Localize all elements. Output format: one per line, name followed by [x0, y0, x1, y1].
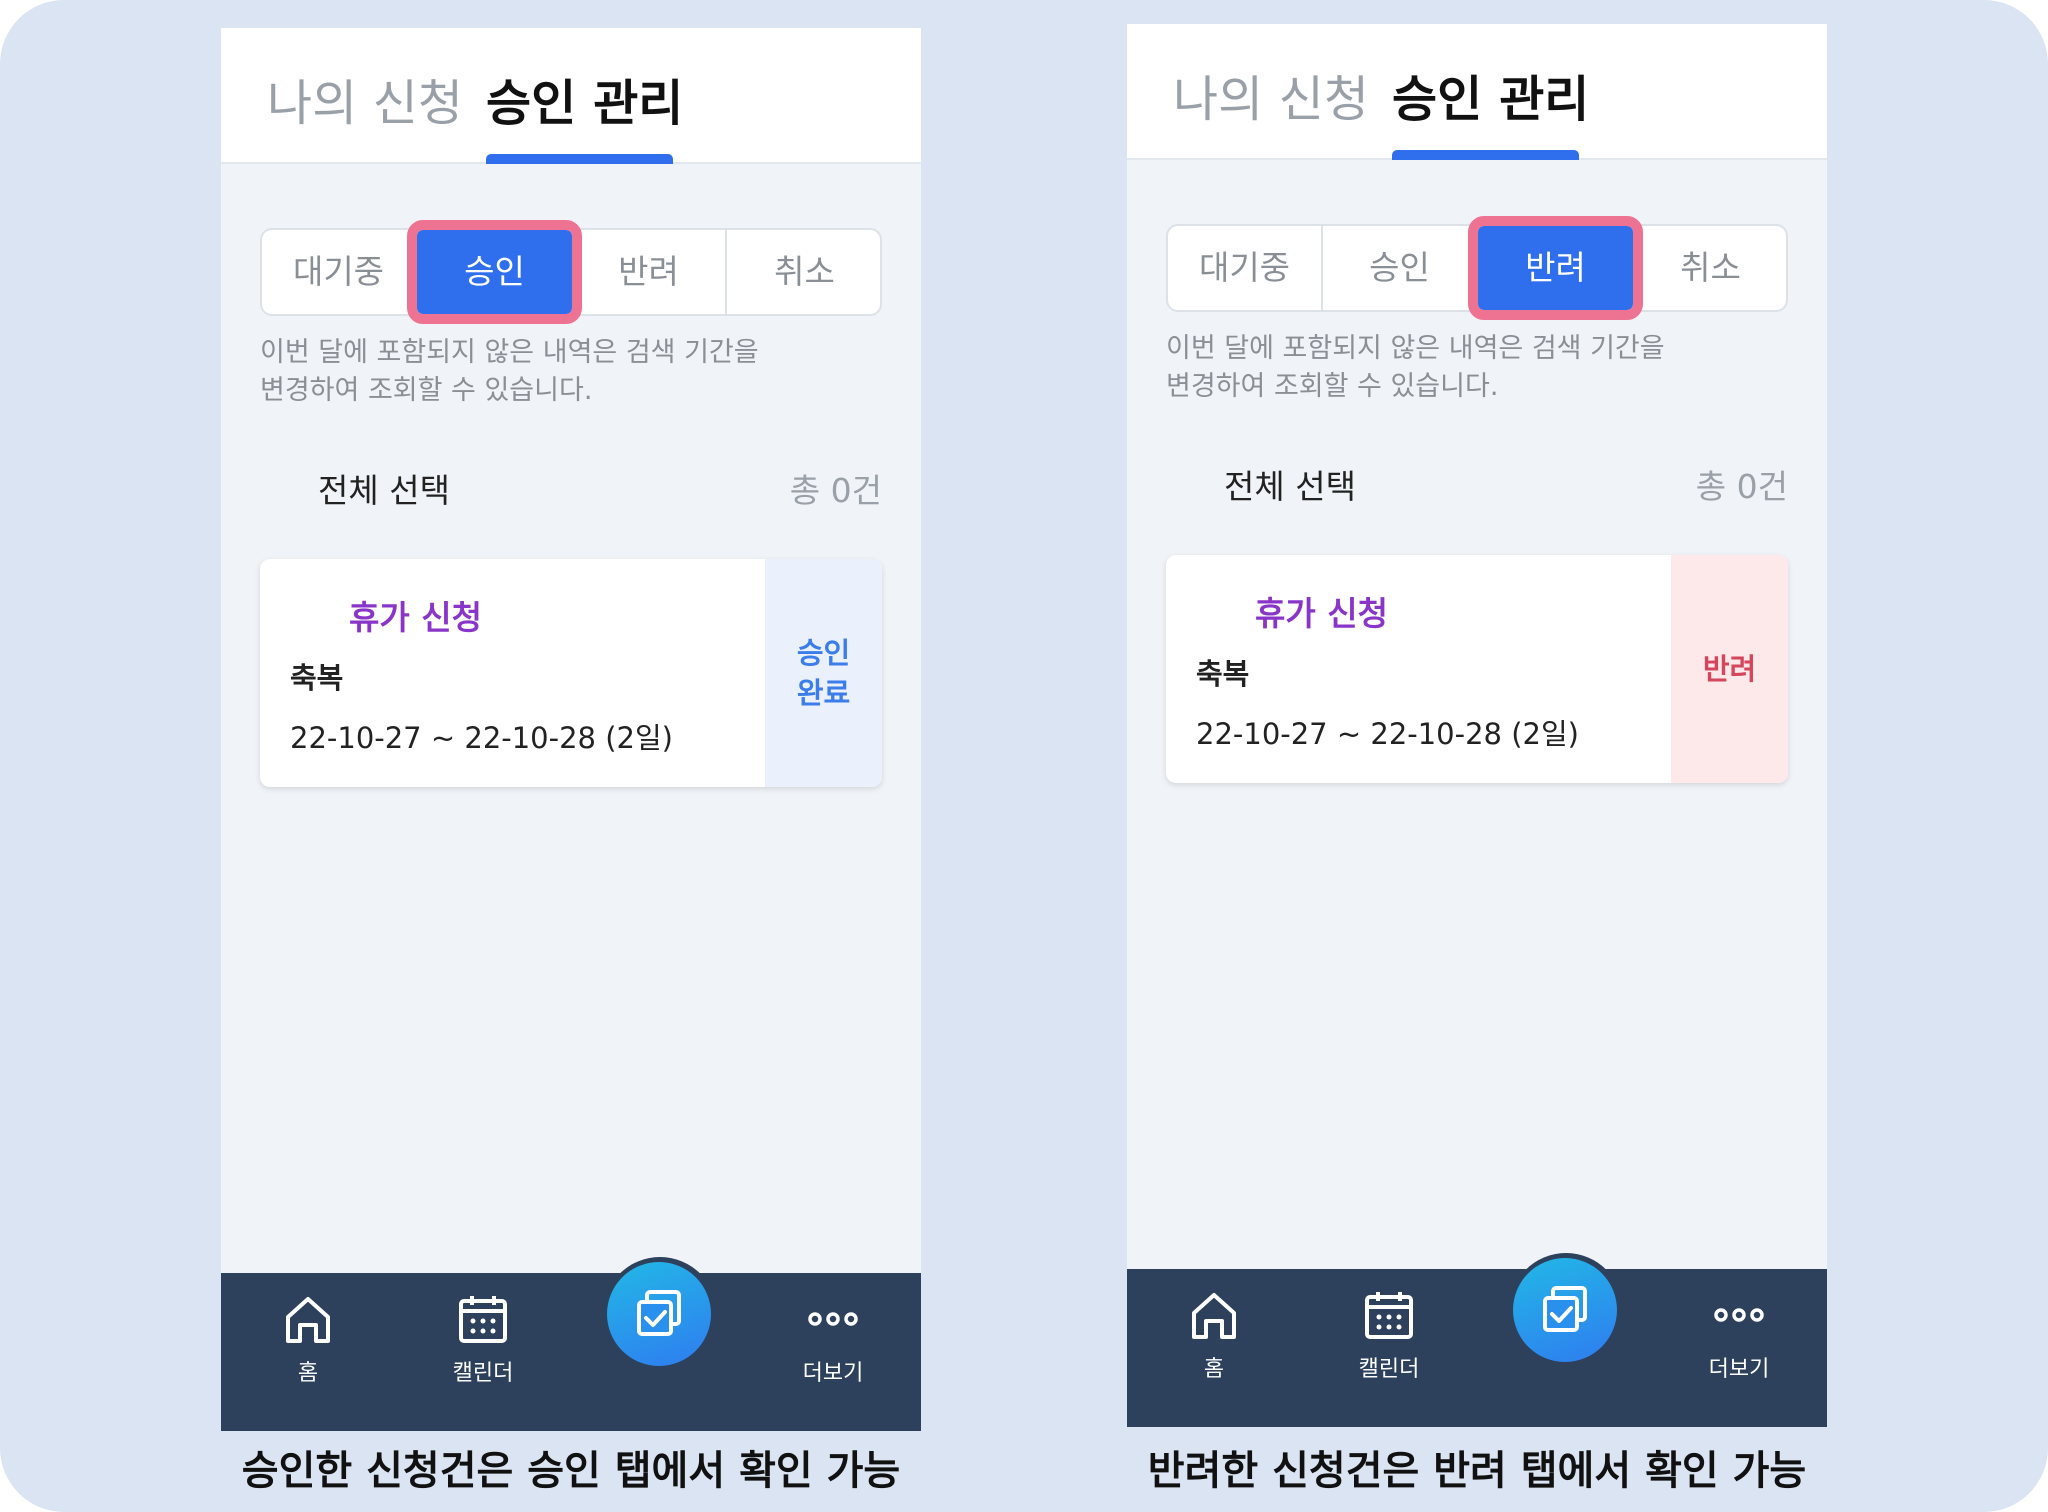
nav-calendar[interactable]: 캘린더 [423, 1289, 543, 1409]
request-card[interactable]: 휴가 신청 축복 22-10-27 ~ 22-10-28 (2일) 승인 완료 [260, 559, 882, 787]
select-all-button[interactable]: 전체 선택 [1224, 460, 1356, 508]
status-filter: 대기중 승인 반려 취소 [260, 220, 882, 324]
calendar-icon [1365, 1292, 1413, 1339]
approval-fab-button[interactable] [1513, 1258, 1617, 1362]
top-header: 나의 신청 승인 관리 [1127, 24, 1827, 160]
total-count: 총 0건 [1695, 467, 1788, 506]
nav-calendar-label: 캘린더 [452, 1361, 514, 1386]
nav-home[interactable]: 홈 [1154, 1285, 1274, 1405]
nav-more-label: 더보기 [802, 1361, 864, 1386]
filter-rejected[interactable]: 반려 [1468, 216, 1643, 320]
phone-screen-approved: 나의 신청 승인 관리 대기중 승인 반려 취소 이번 달에 포함되지 않은 내… [221, 28, 921, 1431]
status-text: 완료 [796, 676, 851, 710]
filter-cancelled[interactable]: 취소 [1633, 226, 1788, 310]
status-text: 승인 [796, 636, 851, 670]
nav-calendar[interactable]: 캘린더 [1329, 1285, 1449, 1405]
nav-home[interactable]: 홈 [248, 1289, 368, 1409]
caption-approved: 승인한 신청건은 승인 탭에서 확인 가능 [241, 1448, 901, 1494]
filter-pending[interactable]: 대기중 [1168, 226, 1323, 310]
status-badge: 반려 [1671, 555, 1788, 783]
select-all-button[interactable]: 전체 선택 [318, 464, 450, 512]
tab-my-requests[interactable]: 나의 신청 [267, 72, 463, 136]
tab-my-requests[interactable]: 나의 신청 [1173, 68, 1369, 132]
bottom-navigation: 홈 캘린더 더보기 [221, 1257, 921, 1431]
search-period-notice: 이번 달에 포함되지 않은 내역은 검색 기간을 변경하여 조회할 수 있습니다… [260, 334, 860, 410]
search-period-notice: 이번 달에 포함되지 않은 내역은 검색 기간을 변경하여 조회할 수 있습니다… [1166, 330, 1766, 406]
home-icon [286, 1297, 330, 1343]
status-text: 반려 [1702, 652, 1757, 686]
tab-approval-management[interactable]: 승인 관리 [486, 72, 683, 136]
calendar-icon [459, 1296, 507, 1343]
filter-rejected[interactable]: 반려 [572, 230, 727, 314]
phone-screen-rejected: 나의 신청 승인 관리 대기중 승인 반려 취소 이번 달에 포함되지 않은 내… [1127, 24, 1827, 1427]
more-dots-icon [808, 1312, 858, 1326]
filter-pending[interactable]: 대기중 [262, 230, 417, 314]
notice-line: 변경하여 조회할 수 있습니다. [1166, 371, 1499, 402]
top-header: 나의 신청 승인 관리 [221, 28, 921, 164]
nav-home-label: 홈 [1203, 1357, 1225, 1382]
approval-check-icon [1543, 1286, 1587, 1332]
request-reason: 축복 [290, 661, 344, 695]
status-filter: 대기중 승인 반려 취소 [1166, 216, 1788, 320]
filter-approved[interactable]: 승인 [407, 220, 582, 324]
active-tab-indicator [1392, 150, 1579, 160]
approval-check-icon [637, 1290, 681, 1336]
notice-line: 이번 달에 포함되지 않은 내역은 검색 기간을 [1166, 333, 1665, 364]
active-tab-indicator [486, 154, 673, 164]
request-reason: 축복 [1196, 657, 1250, 691]
caption-rejected: 반려한 신청건은 반려 탭에서 확인 가능 [1147, 1448, 1807, 1494]
request-card[interactable]: 휴가 신청 축복 22-10-27 ~ 22-10-28 (2일) 반려 [1166, 555, 1788, 783]
nav-calendar-label: 캘린더 [1358, 1357, 1420, 1382]
filter-cancelled[interactable]: 취소 [727, 230, 882, 314]
approval-fab-button[interactable] [607, 1262, 711, 1366]
nav-home-label: 홈 [297, 1361, 319, 1386]
notice-line: 이번 달에 포함되지 않은 내역은 검색 기간을 [260, 337, 759, 368]
filter-approved[interactable]: 승인 [1323, 226, 1478, 310]
request-dates: 22-10-27 ~ 22-10-28 (2일) [290, 721, 673, 755]
home-icon [1192, 1293, 1236, 1339]
request-type: 휴가 신청 [349, 598, 482, 637]
nav-more-label: 더보기 [1708, 1357, 1770, 1382]
bottom-navigation: 홈 캘린더 더보기 [1127, 1253, 1827, 1427]
status-badge: 승인 완료 [765, 559, 882, 787]
nav-more[interactable]: 더보기 [773, 1289, 893, 1409]
nav-more[interactable]: 더보기 [1679, 1285, 1799, 1405]
notice-line: 변경하여 조회할 수 있습니다. [260, 375, 593, 406]
more-dots-icon [1714, 1308, 1764, 1322]
total-count: 총 0건 [789, 471, 882, 510]
request-dates: 22-10-27 ~ 22-10-28 (2일) [1196, 717, 1579, 751]
request-type: 휴가 신청 [1255, 594, 1388, 633]
tab-approval-management[interactable]: 승인 관리 [1392, 68, 1589, 132]
